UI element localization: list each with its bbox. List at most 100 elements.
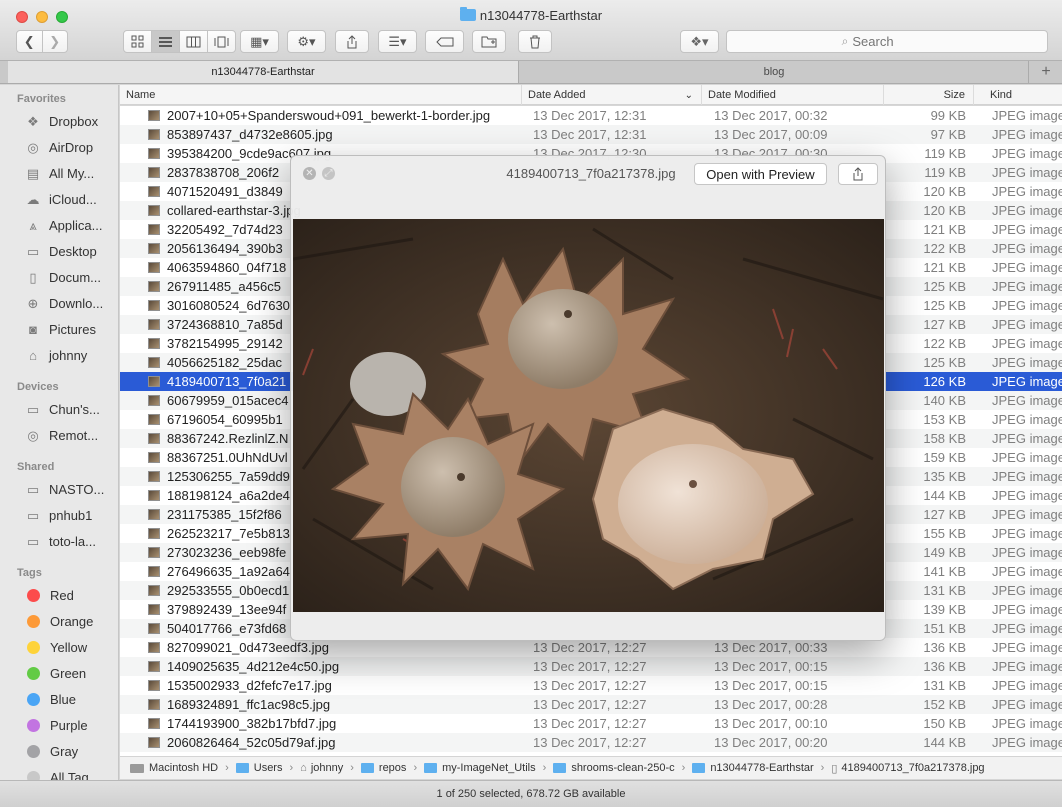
open-with-preview-button[interactable]: Open with Preview: [694, 163, 827, 185]
sidebar-item-pictures[interactable]: ◙ Pictures: [24, 318, 118, 340]
sidebar-item-desktop[interactable]: ▭ Desktop: [24, 240, 118, 262]
file-row[interactable]: 1535002933_d2fefc7e17.jpg 13 Dec 2017, 12…: [120, 676, 1062, 695]
sidebar-tag-blue[interactable]: Blue: [24, 688, 118, 710]
quick-look-share-button[interactable]: [838, 163, 878, 185]
file-thumbnail-icon: [148, 604, 160, 615]
sidebar-tag-yellow[interactable]: Yellow: [24, 636, 118, 658]
gallery-view-button[interactable]: [208, 31, 235, 52]
gear-icon: ⚙▾: [297, 33, 316, 49]
dropbox-icon: ❖: [27, 113, 39, 129]
file-size: 127 KB: [923, 507, 966, 522]
file-kind: JPEG image: [992, 203, 1062, 218]
tag-color-dot: [27, 640, 40, 654]
sidebar-tag-red[interactable]: Red: [24, 584, 118, 606]
path-item-shrooms[interactable]: shrooms-clean-250-c: [553, 762, 675, 774]
file-size: 136 KB: [923, 659, 966, 674]
path-item-users[interactable]: Users: [235, 762, 282, 774]
column-header-date-added[interactable]: Date Added ⌄: [522, 85, 702, 105]
column-header-size[interactable]: Size: [884, 85, 974, 105]
sidebar-tag-green[interactable]: Green: [24, 662, 118, 684]
file-size: 155 KB: [923, 526, 966, 541]
file-kind: JPEG image: [992, 526, 1062, 541]
file-thumbnail-icon: [148, 300, 160, 311]
path-item-repos[interactable]: repos: [360, 762, 406, 774]
home-icon: ⌂: [29, 347, 37, 363]
new-tab-button[interactable]: +: [1030, 61, 1062, 83]
dropbox-button[interactable]: ❖▾: [680, 30, 719, 53]
back-button[interactable]: ❮: [17, 31, 43, 52]
column-header-kind[interactable]: Kind: [984, 85, 1062, 105]
file-kind: JPEG image: [992, 450, 1062, 465]
column-view-button[interactable]: [180, 31, 208, 52]
sidebar-item-device-1[interactable]: ▭ Chun's...: [24, 398, 118, 420]
tab-blog[interactable]: blog: [520, 61, 1029, 83]
sidebar-item-documents[interactable]: ▯ Docum...: [24, 266, 118, 288]
tags-button[interactable]: [425, 30, 464, 53]
file-thumbnail-icon: [148, 585, 160, 596]
path-item-imagenet-utils[interactable]: my-ImageNet_Utils: [424, 762, 536, 774]
sidebar-item-icloud[interactable]: ☁ iCloud...: [24, 188, 118, 210]
file-size: 99 KB: [930, 108, 966, 123]
file-size: 121 KB: [923, 260, 966, 275]
path-item-file[interactable]: ▯ 4189400713_7f0a217378.jpg: [831, 762, 984, 775]
sidebar-item-dropbox[interactable]: ❖ Dropbox: [24, 110, 118, 132]
sidebar-all-tags[interactable]: All Tag...: [24, 766, 118, 781]
file-row[interactable]: 2060826464_52c05d79af.jpg 13 Dec 2017, 12…: [120, 733, 1062, 752]
sidebar-item-home[interactable]: ⌂ johnny: [24, 344, 118, 366]
trash-button[interactable]: [518, 30, 552, 53]
tab-earthstar[interactable]: n13044778-Earthstar: [8, 61, 519, 83]
sidebar-item-downloads[interactable]: ⊕ Downlo...: [24, 292, 118, 314]
file-size: 126 KB: [923, 374, 966, 389]
file-kind: JPEG image: [992, 127, 1062, 142]
file-name: 1535002933_d2fefc7e17.jpg: [167, 678, 332, 693]
sidebar-item-applications[interactable]: ⩓ Applica...: [24, 214, 118, 236]
path-item-johnny[interactable]: ⌂ johnny: [300, 762, 343, 774]
sidebar-item-shared-2[interactable]: ▭ pnhub1: [24, 504, 118, 526]
tag-color-dot: [27, 588, 40, 602]
forward-button[interactable]: ❯: [43, 31, 68, 52]
file-row[interactable]: 2007+10+05+Spanderswoud+091_bewerkt-1-bo…: [120, 106, 1062, 125]
sidebar-tag-orange[interactable]: Orange: [24, 610, 118, 632]
desktop-icon: ▭: [26, 243, 40, 259]
sidebar-item-all-my-files[interactable]: ▤ All My...: [24, 162, 118, 184]
group-by-button[interactable]: ☰▾: [378, 30, 417, 53]
file-kind: JPEG image: [992, 336, 1062, 351]
search-field[interactable]: ⌕: [726, 30, 1048, 53]
sidebar-item-airdrop[interactable]: ◎ AirDrop: [24, 136, 118, 158]
sidebar-heading-devices: Devices: [17, 381, 59, 393]
file-date-modified: 13 Dec 2017, 00:20: [714, 735, 828, 750]
file-kind: JPEG image: [992, 108, 1062, 123]
file-row[interactable]: 1409025635_4d212e4c50.jpg 13 Dec 2017, 12…: [120, 657, 1062, 676]
sidebar-tag-gray[interactable]: Gray: [24, 740, 118, 762]
file-row[interactable]: 1744193900_382b17bfd7.jpg 13 Dec 2017, 12…: [120, 714, 1062, 733]
share-button[interactable]: [335, 30, 369, 53]
sidebar-tag-purple[interactable]: Purple: [24, 714, 118, 736]
arrange-button[interactable]: ▦▾: [240, 30, 279, 53]
file-thumbnail-icon: [148, 281, 160, 292]
column-header-name[interactable]: Name: [120, 85, 522, 105]
sidebar-item-shared-1[interactable]: ▭ NASTO...: [24, 478, 118, 500]
sidebar-item-shared-3[interactable]: ▭ toto-la...: [24, 530, 118, 552]
icon-view-button[interactable]: [124, 31, 152, 52]
file-row[interactable]: 1689324891_ffc1ac98c5.jpg 13 Dec 2017, 12…: [120, 695, 1062, 714]
file-size: 120 KB: [923, 203, 966, 218]
file-kind: JPEG image: [992, 659, 1062, 674]
file-kind: JPEG image: [992, 165, 1062, 180]
file-kind: JPEG image: [992, 146, 1062, 161]
new-folder-button[interactable]: [472, 30, 506, 53]
action-button[interactable]: ⚙▾: [287, 30, 326, 53]
search-input[interactable]: [852, 34, 933, 49]
view-mode-group: [123, 30, 236, 53]
path-separator-icon: ›: [681, 762, 686, 774]
status-text: 1 of 250 selected, 678.72 GB available: [436, 788, 626, 800]
column-header-date-modified[interactable]: Date Modified: [702, 85, 884, 105]
list-view-button[interactable]: [152, 31, 180, 52]
quick-look-close-button[interactable]: ✕: [303, 167, 316, 180]
file-row[interactable]: 853897437_d4732e8605.jpg 13 Dec 2017, 12:…: [120, 125, 1062, 144]
sidebar-item-remote-disc[interactable]: ◎ Remot...: [24, 424, 118, 446]
path-item-macintosh-hd[interactable]: Macintosh HD: [130, 762, 218, 774]
file-kind: JPEG image: [992, 602, 1062, 617]
path-item-earthstar[interactable]: n13044778-Earthstar: [692, 762, 814, 774]
quick-look-fullscreen-button[interactable]: ⤢: [322, 167, 335, 180]
list-view-icon: [159, 36, 172, 47]
